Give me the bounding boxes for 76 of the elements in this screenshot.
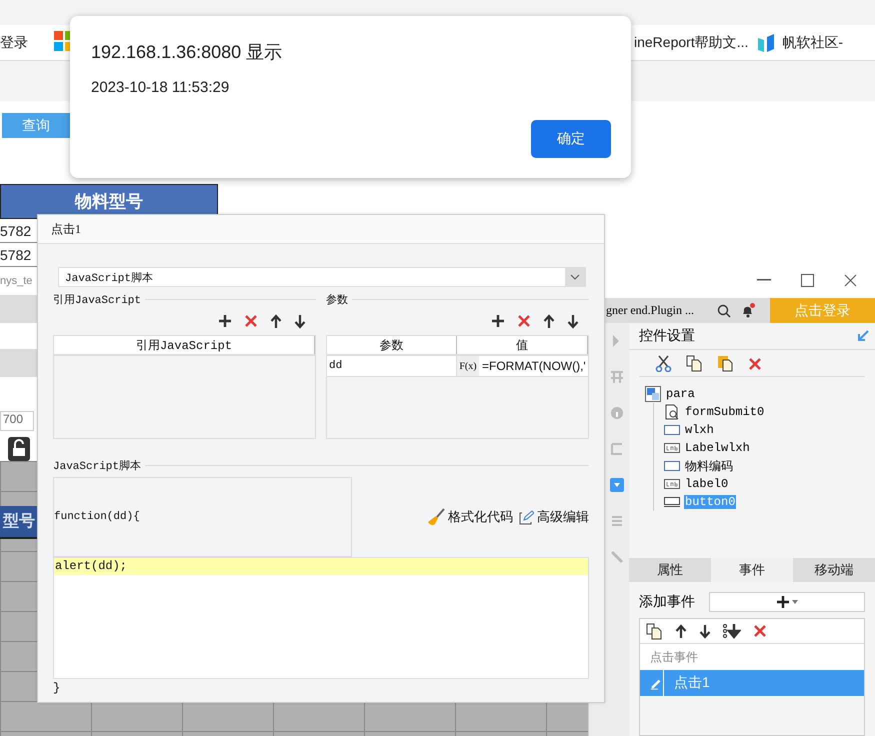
bookmark-link[interactable]: ineReport帮助文... bbox=[634, 34, 748, 52]
column-header: 参数 bbox=[327, 336, 457, 354]
tree-item[interactable]: wlxh bbox=[684, 423, 715, 437]
bookmark-link[interactable]: 帆软社区- bbox=[782, 34, 844, 52]
panel-tab[interactable]: 事件 bbox=[711, 558, 793, 582]
delete-icon[interactable] bbox=[753, 624, 767, 638]
plus-icon[interactable] bbox=[491, 314, 505, 328]
panel-title: 控件设置 bbox=[639, 327, 695, 345]
down-arrow-icon[interactable] bbox=[699, 624, 711, 638]
label-icon bbox=[664, 479, 680, 489]
plus-icon[interactable] bbox=[776, 595, 790, 609]
tree-item[interactable]: 物料编码 bbox=[684, 458, 734, 474]
container-icon bbox=[645, 386, 661, 402]
section-title: 引用JavaScript bbox=[53, 293, 142, 306]
column-header: 型号 bbox=[0, 506, 37, 539]
copy-icon[interactable] bbox=[646, 622, 663, 640]
scissors-icon[interactable] bbox=[655, 355, 672, 372]
section-title: 参数 bbox=[326, 293, 348, 306]
column-header: 引用JavaScript bbox=[54, 336, 315, 354]
formula-button[interactable]: F(x) bbox=[457, 356, 479, 376]
function-header: function(dd){ bbox=[53, 477, 352, 557]
label-icon bbox=[664, 443, 680, 453]
alert-message: 2023-10-18 11:53:29 bbox=[91, 79, 230, 96]
toolbar-text: gner end.Plugin ... bbox=[605, 303, 695, 318]
text-field-icon bbox=[664, 425, 680, 435]
bars-logo-icon[interactable] bbox=[758, 34, 774, 52]
tree-item[interactable]: Labelwlxh bbox=[684, 441, 751, 455]
code-editor[interactable]: alert(dd); bbox=[53, 557, 589, 679]
tree-item[interactable]: para bbox=[665, 387, 696, 401]
up-arrow-icon[interactable] bbox=[675, 624, 687, 638]
event-group-label: 点击事件 bbox=[640, 644, 864, 670]
width-field[interactable]: 700 bbox=[0, 411, 34, 431]
delete-icon[interactable] bbox=[244, 314, 258, 328]
add-event-label: 添加事件 bbox=[639, 593, 695, 611]
script-type-select[interactable]: JavaScript脚本 bbox=[58, 267, 586, 287]
tree-item[interactable]: label0 bbox=[684, 477, 730, 491]
edit-icon bbox=[519, 510, 534, 524]
up-arrow-icon[interactable] bbox=[543, 314, 555, 328]
delete-icon[interactable] bbox=[748, 356, 762, 370]
formula-field[interactable]: =FORMAT(NOW(),' bbox=[479, 356, 588, 376]
column-header: 值 bbox=[457, 336, 588, 354]
document-search-icon bbox=[664, 404, 680, 420]
paste-icon[interactable] bbox=[717, 355, 734, 372]
table-row bbox=[0, 349, 37, 377]
collapse-arrow-icon[interactable] bbox=[857, 330, 869, 342]
caret-icon bbox=[792, 600, 798, 604]
plus-icon[interactable] bbox=[218, 314, 232, 328]
alert-title: 192.168.1.36:8080 显示 bbox=[91, 41, 284, 64]
search-icon[interactable] bbox=[717, 304, 731, 318]
up-arrow-icon[interactable] bbox=[270, 314, 282, 328]
move-bottom-icon[interactable] bbox=[723, 623, 741, 639]
minimize-icon[interactable] bbox=[757, 279, 771, 281]
close-icon[interactable] bbox=[844, 274, 857, 286]
tree-item[interactable]: formSubmit0 bbox=[684, 405, 766, 419]
table-row bbox=[0, 295, 37, 323]
dialog-title: 点击1 bbox=[38, 215, 604, 244]
down-arrow-icon[interactable] bbox=[294, 314, 306, 328]
section-title: JavaScript脚本 bbox=[53, 459, 142, 472]
advanced-edit-button[interactable]: 高级编辑 bbox=[519, 508, 589, 526]
broom-icon bbox=[427, 508, 445, 526]
maximize-icon[interactable] bbox=[801, 274, 814, 286]
delete-icon[interactable] bbox=[517, 314, 531, 328]
copy-icon[interactable] bbox=[686, 355, 703, 372]
bookmark-link[interactable]: 登录 bbox=[0, 34, 28, 52]
panel-tab[interactable]: 属性 bbox=[629, 558, 711, 582]
chevron-down-icon bbox=[570, 274, 580, 280]
notification-bell-icon[interactable] bbox=[741, 303, 755, 318]
button-widget-icon bbox=[664, 497, 680, 507]
format-code-button[interactable]: 格式化代码 bbox=[427, 508, 513, 526]
text-field-icon bbox=[664, 461, 680, 471]
down-arrow-icon[interactable] bbox=[567, 314, 579, 328]
panel-tab[interactable]: 移动端 bbox=[793, 558, 875, 582]
unlock-icon[interactable] bbox=[8, 437, 30, 461]
ok-button[interactable]: 确定 bbox=[531, 120, 611, 158]
dropdown-icon[interactable] bbox=[609, 477, 625, 493]
function-footer: } bbox=[53, 681, 589, 695]
